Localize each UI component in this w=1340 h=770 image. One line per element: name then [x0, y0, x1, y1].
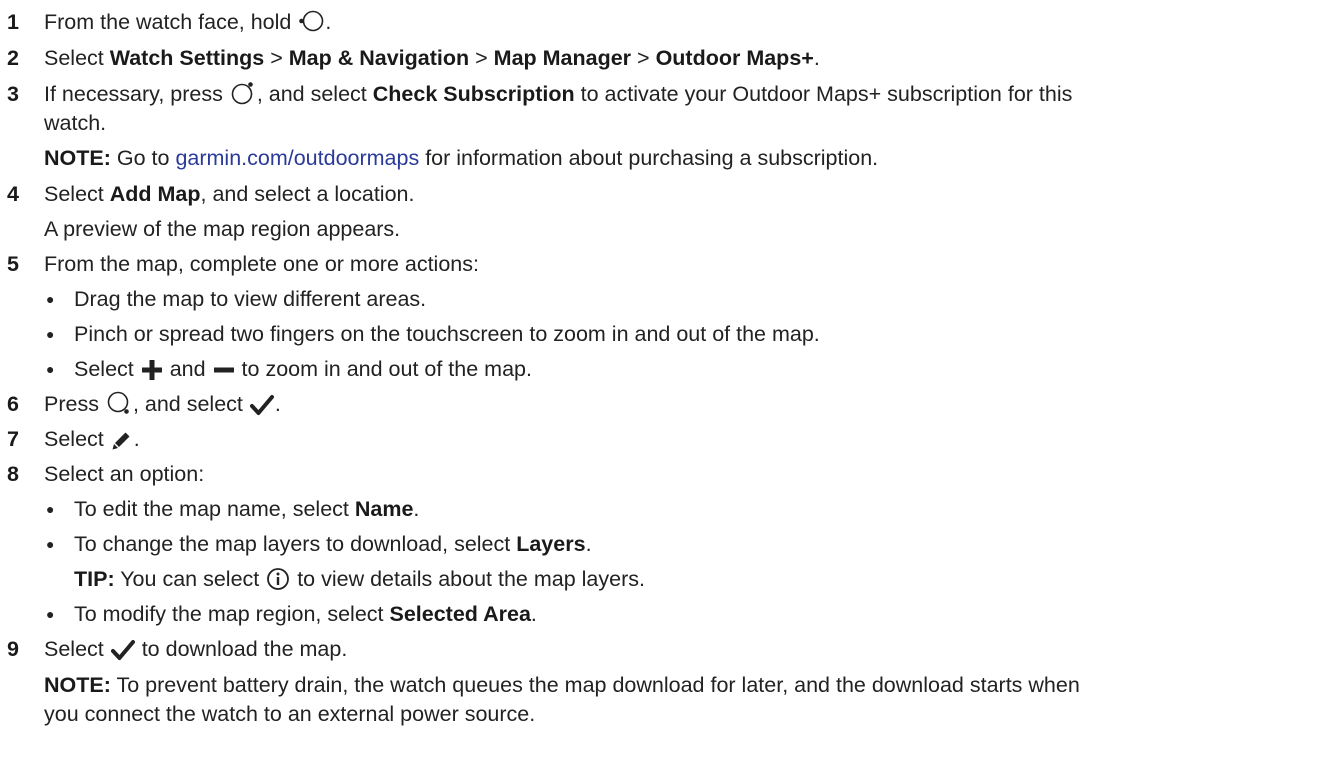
- instruction-document: 1 From the watch face, hold . 2 Select W…: [0, 0, 1340, 770]
- minus-icon: [213, 359, 235, 381]
- tip-text: You can select: [114, 567, 266, 591]
- list-item-text: Drag the map to view different areas.: [74, 287, 427, 311]
- step-text: Select an option:: [44, 462, 205, 486]
- step-text-end: to activate your Outdoor Maps+ subscript…: [574, 82, 1073, 106]
- path-separator: >: [631, 46, 656, 70]
- step-number: 7: [7, 427, 19, 451]
- watch-button-bottom-right-icon: [106, 390, 132, 416]
- path-separator: >: [469, 46, 494, 70]
- step-number: 8: [7, 462, 19, 486]
- option-add-map: Add Map: [109, 182, 201, 206]
- note-text: you connect the watch to an external pow…: [44, 702, 536, 726]
- step-text: Select: [44, 46, 110, 70]
- note-text: Go to: [110, 146, 176, 170]
- menu-path-map-manager: Map Manager: [493, 46, 632, 70]
- checkmark-icon: [110, 639, 135, 661]
- list-item-text: Select: [74, 357, 140, 381]
- bullet: ●: [46, 291, 55, 307]
- tip-label: TIP:: [74, 567, 115, 591]
- step-number: 9: [7, 637, 19, 661]
- bullet: ●: [46, 536, 55, 552]
- step-text: Select: [44, 182, 110, 206]
- path-separator: >: [264, 46, 289, 70]
- checkmark-icon: [249, 394, 274, 416]
- menu-path-map-navigation: Map & Navigation: [288, 46, 470, 70]
- menu-path-watch-settings: Watch Settings: [109, 46, 265, 70]
- step-text: watch.: [44, 111, 107, 135]
- bullet: ●: [46, 606, 55, 622]
- watch-button-top-right-icon: [230, 80, 256, 106]
- watch-button-left-icon: [298, 8, 324, 34]
- list-item-text-end: .: [585, 532, 592, 556]
- note-label: NOTE:: [44, 146, 111, 170]
- step-text-end: .: [813, 46, 820, 70]
- step-text: From the watch face, hold: [44, 10, 298, 34]
- step-number: 5: [7, 252, 19, 276]
- plus-icon: [141, 359, 163, 381]
- note-text: To prevent battery drain, the watch queu…: [110, 673, 1080, 697]
- bullet: ●: [46, 361, 55, 377]
- result-text: A preview of the map region appears.: [44, 217, 401, 241]
- step-text: , and select: [132, 392, 249, 416]
- step-text: Press: [44, 392, 105, 416]
- step-text: , and select: [256, 82, 373, 106]
- step-text: Select: [44, 637, 110, 661]
- menu-path-outdoor-maps: Outdoor Maps+: [655, 46, 814, 70]
- pencil-icon: [111, 429, 133, 451]
- option-name: Name: [354, 497, 414, 521]
- option-check-subscription: Check Subscription: [372, 82, 575, 106]
- step-text-end: .: [133, 427, 140, 451]
- bullet: ●: [46, 326, 55, 342]
- option-layers: Layers: [516, 532, 586, 556]
- list-item-text-end: .: [413, 497, 420, 521]
- option-selected-area: Selected Area: [389, 602, 531, 626]
- bullet: ●: [46, 501, 55, 517]
- list-item-text: To edit the map name, select: [74, 497, 355, 521]
- note-text-end: for information about purchasing a subsc…: [419, 146, 879, 170]
- step-number: 1: [7, 10, 19, 34]
- list-item-text: and: [163, 357, 212, 381]
- step-number: 6: [7, 392, 19, 416]
- list-item-text: To change the map layers to download, se…: [74, 532, 517, 556]
- step-text: From the map, complete one or more actio…: [44, 252, 479, 276]
- step-number: 4: [7, 182, 19, 206]
- garmin-outdoormaps-link[interactable]: garmin.com/outdoormaps: [175, 146, 419, 170]
- list-item-text-end: to zoom in and out of the map.: [235, 357, 532, 381]
- step-text-end: .: [325, 10, 332, 34]
- list-item-text-end: .: [530, 602, 537, 626]
- step-number: 3: [7, 82, 19, 106]
- tip-text-end: to view details about the map layers.: [291, 567, 645, 591]
- list-item-text: To modify the map region, select: [74, 602, 390, 626]
- list-item-text: Pinch or spread two fingers on the touch…: [74, 322, 820, 346]
- step-text-end: to download the map.: [135, 637, 348, 661]
- info-icon: [266, 567, 290, 591]
- step-number: 2: [7, 46, 19, 70]
- step-text-end: , and select a location.: [200, 182, 415, 206]
- step-text: If necessary, press: [44, 82, 229, 106]
- step-text-end: .: [274, 392, 281, 416]
- step-text: Select: [44, 427, 110, 451]
- note-label: NOTE:: [44, 673, 111, 697]
